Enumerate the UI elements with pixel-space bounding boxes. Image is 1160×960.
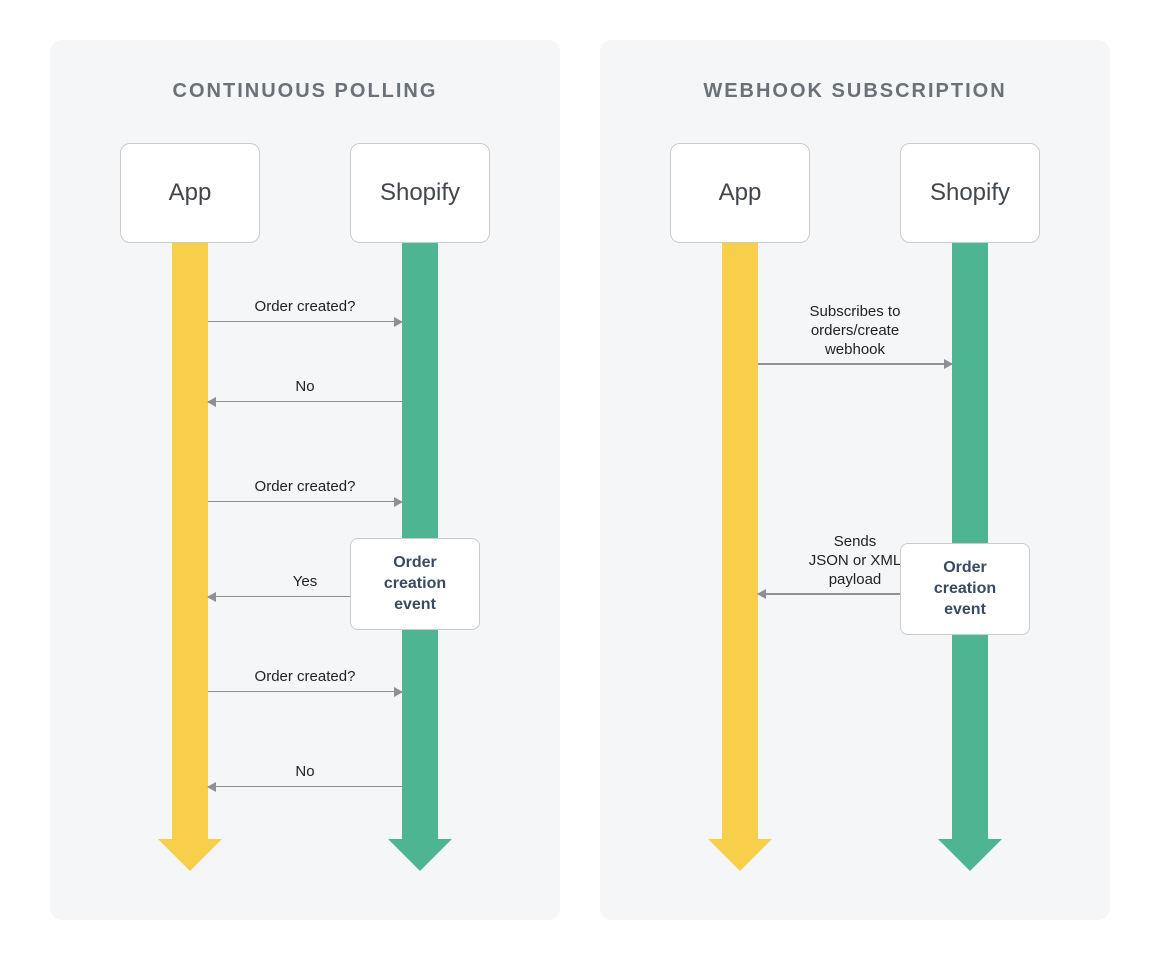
msg-label: No bbox=[208, 378, 402, 397]
arrow-right-icon bbox=[208, 501, 402, 503]
entity-app-right: App bbox=[670, 143, 810, 243]
arrowhead-icon bbox=[388, 839, 452, 871]
arrowhead-icon bbox=[158, 839, 222, 871]
msg-label: Order created? bbox=[208, 668, 402, 687]
arrow-right-icon bbox=[208, 691, 402, 693]
msg-order-created-2: Order created? bbox=[208, 478, 402, 518]
entity-shopify-left: Shopify bbox=[350, 143, 490, 243]
panel-title-right: WEBHOOK SUBSCRIPTION bbox=[640, 80, 1070, 103]
arrow-left-icon bbox=[208, 786, 402, 788]
arrowhead-icon bbox=[708, 839, 772, 871]
msg-no-2: No bbox=[208, 763, 402, 803]
event-box-right: Order creation event bbox=[900, 543, 1030, 635]
entity-app-left: App bbox=[120, 143, 260, 243]
lanes-left: App Shopify Order created? No Order crea… bbox=[90, 143, 520, 873]
entity-shopify-right: Shopify bbox=[900, 143, 1040, 243]
arrow-right-icon bbox=[208, 321, 402, 323]
entity-app-label: App bbox=[169, 179, 212, 207]
arrow-left-icon bbox=[208, 401, 402, 403]
panel-webhook-subscription: WEBHOOK SUBSCRIPTION App Shopify Subscri… bbox=[600, 40, 1110, 920]
panel-title-left: CONTINUOUS POLLING bbox=[90, 80, 520, 103]
event-box-left: Order creation event bbox=[350, 538, 480, 630]
msg-order-created-1: Order created? bbox=[208, 298, 402, 338]
timeline-app-right bbox=[722, 243, 758, 843]
entity-shopify-label: Shopify bbox=[930, 179, 1010, 207]
arrow-right-icon bbox=[758, 363, 952, 365]
msg-subscribe: Subscribes to orders/create webhook bbox=[758, 303, 952, 343]
event-label: Order creation event bbox=[384, 554, 446, 613]
arrowhead-icon bbox=[938, 839, 1002, 871]
panel-continuous-polling: CONTINUOUS POLLING App Shopify Order cre… bbox=[50, 40, 560, 920]
msg-label: Order created? bbox=[208, 478, 402, 497]
msg-label: Order created? bbox=[208, 298, 402, 317]
entity-shopify-label: Shopify bbox=[380, 179, 460, 207]
msg-no-1: No bbox=[208, 378, 402, 418]
msg-label: Subscribes to orders/create webhook bbox=[758, 303, 952, 359]
msg-label: No bbox=[208, 763, 402, 782]
msg-order-created-3: Order created? bbox=[208, 668, 402, 708]
entity-app-label: App bbox=[719, 179, 762, 207]
event-label: Order creation event bbox=[934, 559, 996, 618]
timeline-app-left bbox=[172, 243, 208, 843]
lanes-right: App Shopify Subscribes to orders/create … bbox=[640, 143, 1070, 873]
